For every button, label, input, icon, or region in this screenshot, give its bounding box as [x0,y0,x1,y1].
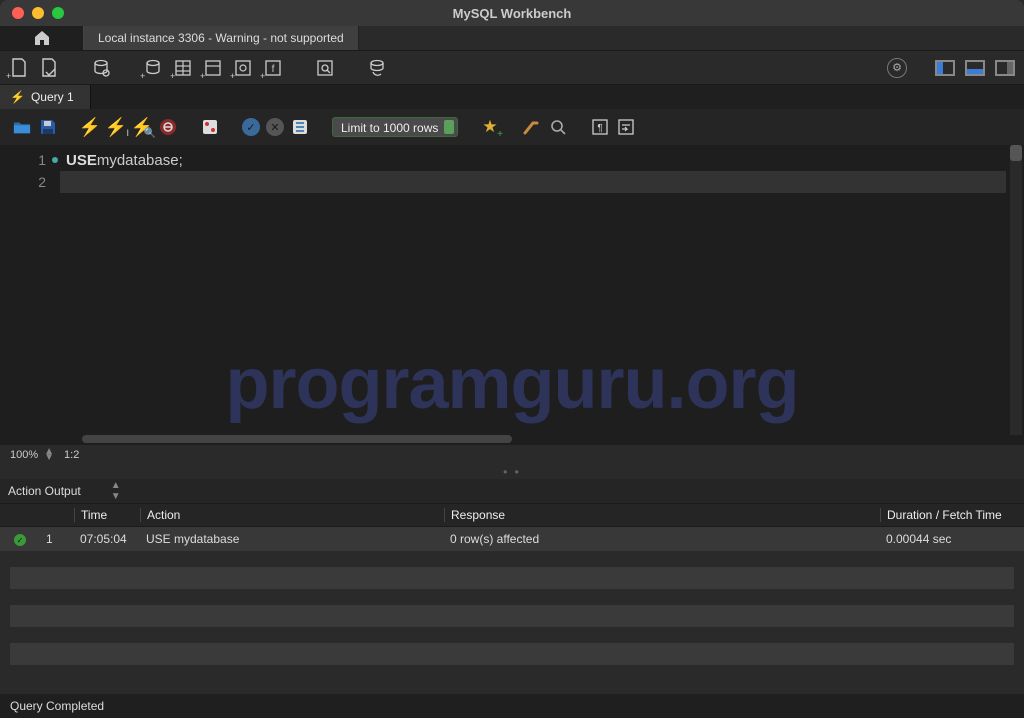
status-text: Query Completed [10,699,104,713]
query-tab[interactable]: ⚡ Query 1 [0,85,91,109]
output-empty-row [10,605,1014,627]
save-file-icon[interactable] [38,117,58,137]
row-action: USE mydatabase [140,532,444,546]
create-view-icon[interactable]: + [202,57,224,79]
col-action[interactable]: Action [140,508,444,522]
modified-dot-icon [52,157,58,163]
execute-current-icon[interactable]: ⚡I [106,117,126,137]
explain-icon[interactable]: ⚡🔍 [132,117,152,137]
query-tab-label: Query 1 [31,90,74,104]
create-procedure-icon[interactable]: + [232,57,254,79]
app-title: MySQL Workbench [453,6,572,21]
output-empty-row [10,567,1014,589]
status-bar: Query Completed [0,694,1024,718]
row-response: 0 row(s) affected [444,532,880,546]
search-icon[interactable] [548,117,568,137]
sql-semicolon: ; [179,152,183,169]
editor-toolbar: ⚡ ⚡I ⚡🔍 ✓ ✕ Limit to 1000 rows ★+ ¶ [0,109,1024,145]
splitter-grip-icon: • • [503,465,521,479]
connection-tab-bar: Local instance 3306 - Warning - not supp… [0,26,1024,51]
window-controls [0,7,64,19]
editor-status-bar: 100% ▲▼ 1:2 [0,445,1024,465]
col-duration[interactable]: Duration / Fetch Time [880,508,1024,522]
status-ok-icon: ✓ [14,534,26,546]
find-icon[interactable] [522,117,542,137]
home-tab[interactable] [0,26,84,50]
titlebar: MySQL Workbench [0,0,1024,26]
connection-tab-label: Local instance 3306 - Warning - not supp… [98,31,344,45]
limit-rows-select[interactable]: Limit to 1000 rows [332,117,458,137]
open-file-icon[interactable] [12,117,32,137]
bolt-icon: ⚡ [10,90,25,104]
home-icon [33,30,51,46]
inspector-icon[interactable] [90,57,112,79]
editor-content[interactable]: USE mydatabase; [60,145,1024,445]
output-panel-header: Action Output ▲▼ [0,479,1024,503]
open-sql-file-icon[interactable] [38,57,60,79]
new-sql-file-icon[interactable]: + [8,57,30,79]
output-panel-dropdown-icon[interactable]: ▲▼ [111,480,121,502]
toggle-left-panel-icon[interactable] [934,57,956,79]
row-index: 1 [40,532,74,546]
query-tab-bar: ⚡ Query 1 [0,85,1024,109]
sql-editor[interactable]: 1 2 USE mydatabase; programguru.org [0,145,1024,445]
output-column-headers: Time Action Response Duration / Fetch Ti… [0,503,1024,527]
toggle-right-panel-icon[interactable] [994,57,1016,79]
editor-vscrollbar[interactable] [1010,145,1022,435]
minimize-window-button[interactable] [32,7,44,19]
limit-rows-value: Limit to 1000 rows [332,117,458,137]
output-panel-label: Action Output [8,484,81,498]
editor-hscrollbar[interactable] [82,435,512,443]
row-duration: 0.00044 sec [880,532,1024,546]
stop-icon[interactable] [158,117,178,137]
col-response[interactable]: Response [444,508,880,522]
line-number: 2 [0,171,60,193]
col-time[interactable]: Time [74,508,140,522]
rollback-icon[interactable]: ✕ [266,118,284,136]
reconnect-icon[interactable] [366,57,388,79]
maximize-window-button[interactable] [52,7,64,19]
close-window-button[interactable] [12,7,24,19]
create-function-icon[interactable]: f+ [262,57,284,79]
svg-text:f: f [272,64,275,75]
toggle-autocommit-icon[interactable] [200,117,220,137]
main-toolbar: + + + + + f+ ⚙ [0,51,1024,85]
line-number: 1 [0,149,60,171]
zoom-value: 100% [10,449,38,461]
output-row[interactable]: ✓ 1 07:05:04 USE mydatabase 0 row(s) aff… [0,527,1024,551]
zoom-control[interactable]: 100% ▲▼ [10,449,54,461]
commit-icon[interactable]: ✓ [242,118,260,136]
svg-text:¶: ¶ [597,123,602,134]
create-schema-icon[interactable]: + [142,57,164,79]
cursor-position: 1:2 [64,449,79,461]
output-empty-row [10,643,1014,665]
wrap-lines-icon[interactable] [616,117,636,137]
execute-all-icon[interactable]: ⚡ [80,117,100,137]
zoom-stepper-icon[interactable]: ▲▼ [44,449,54,461]
output-empty-rows [0,567,1024,675]
settings-gear-icon[interactable]: ⚙ [886,57,908,79]
editor-gutter: 1 2 [0,145,60,445]
connection-tab[interactable]: Local instance 3306 - Warning - not supp… [84,26,359,50]
toggle-bottom-panel-icon[interactable] [964,57,986,79]
toggle-safe-updates-icon[interactable] [290,117,310,137]
sql-identifier: mydatabase [97,152,179,169]
row-time: 07:05:04 [74,532,140,546]
output-grid: Time Action Response Duration / Fetch Ti… [0,503,1024,675]
sql-keyword: USE [66,152,97,169]
beautify-icon[interactable]: ★+ [480,117,500,137]
toggle-invisible-icon[interactable]: ¶ [590,117,610,137]
search-table-data-icon[interactable] [314,57,336,79]
current-line [60,171,1006,193]
panel-splitter[interactable]: • • [0,465,1024,479]
create-table-icon[interactable]: + [172,57,194,79]
